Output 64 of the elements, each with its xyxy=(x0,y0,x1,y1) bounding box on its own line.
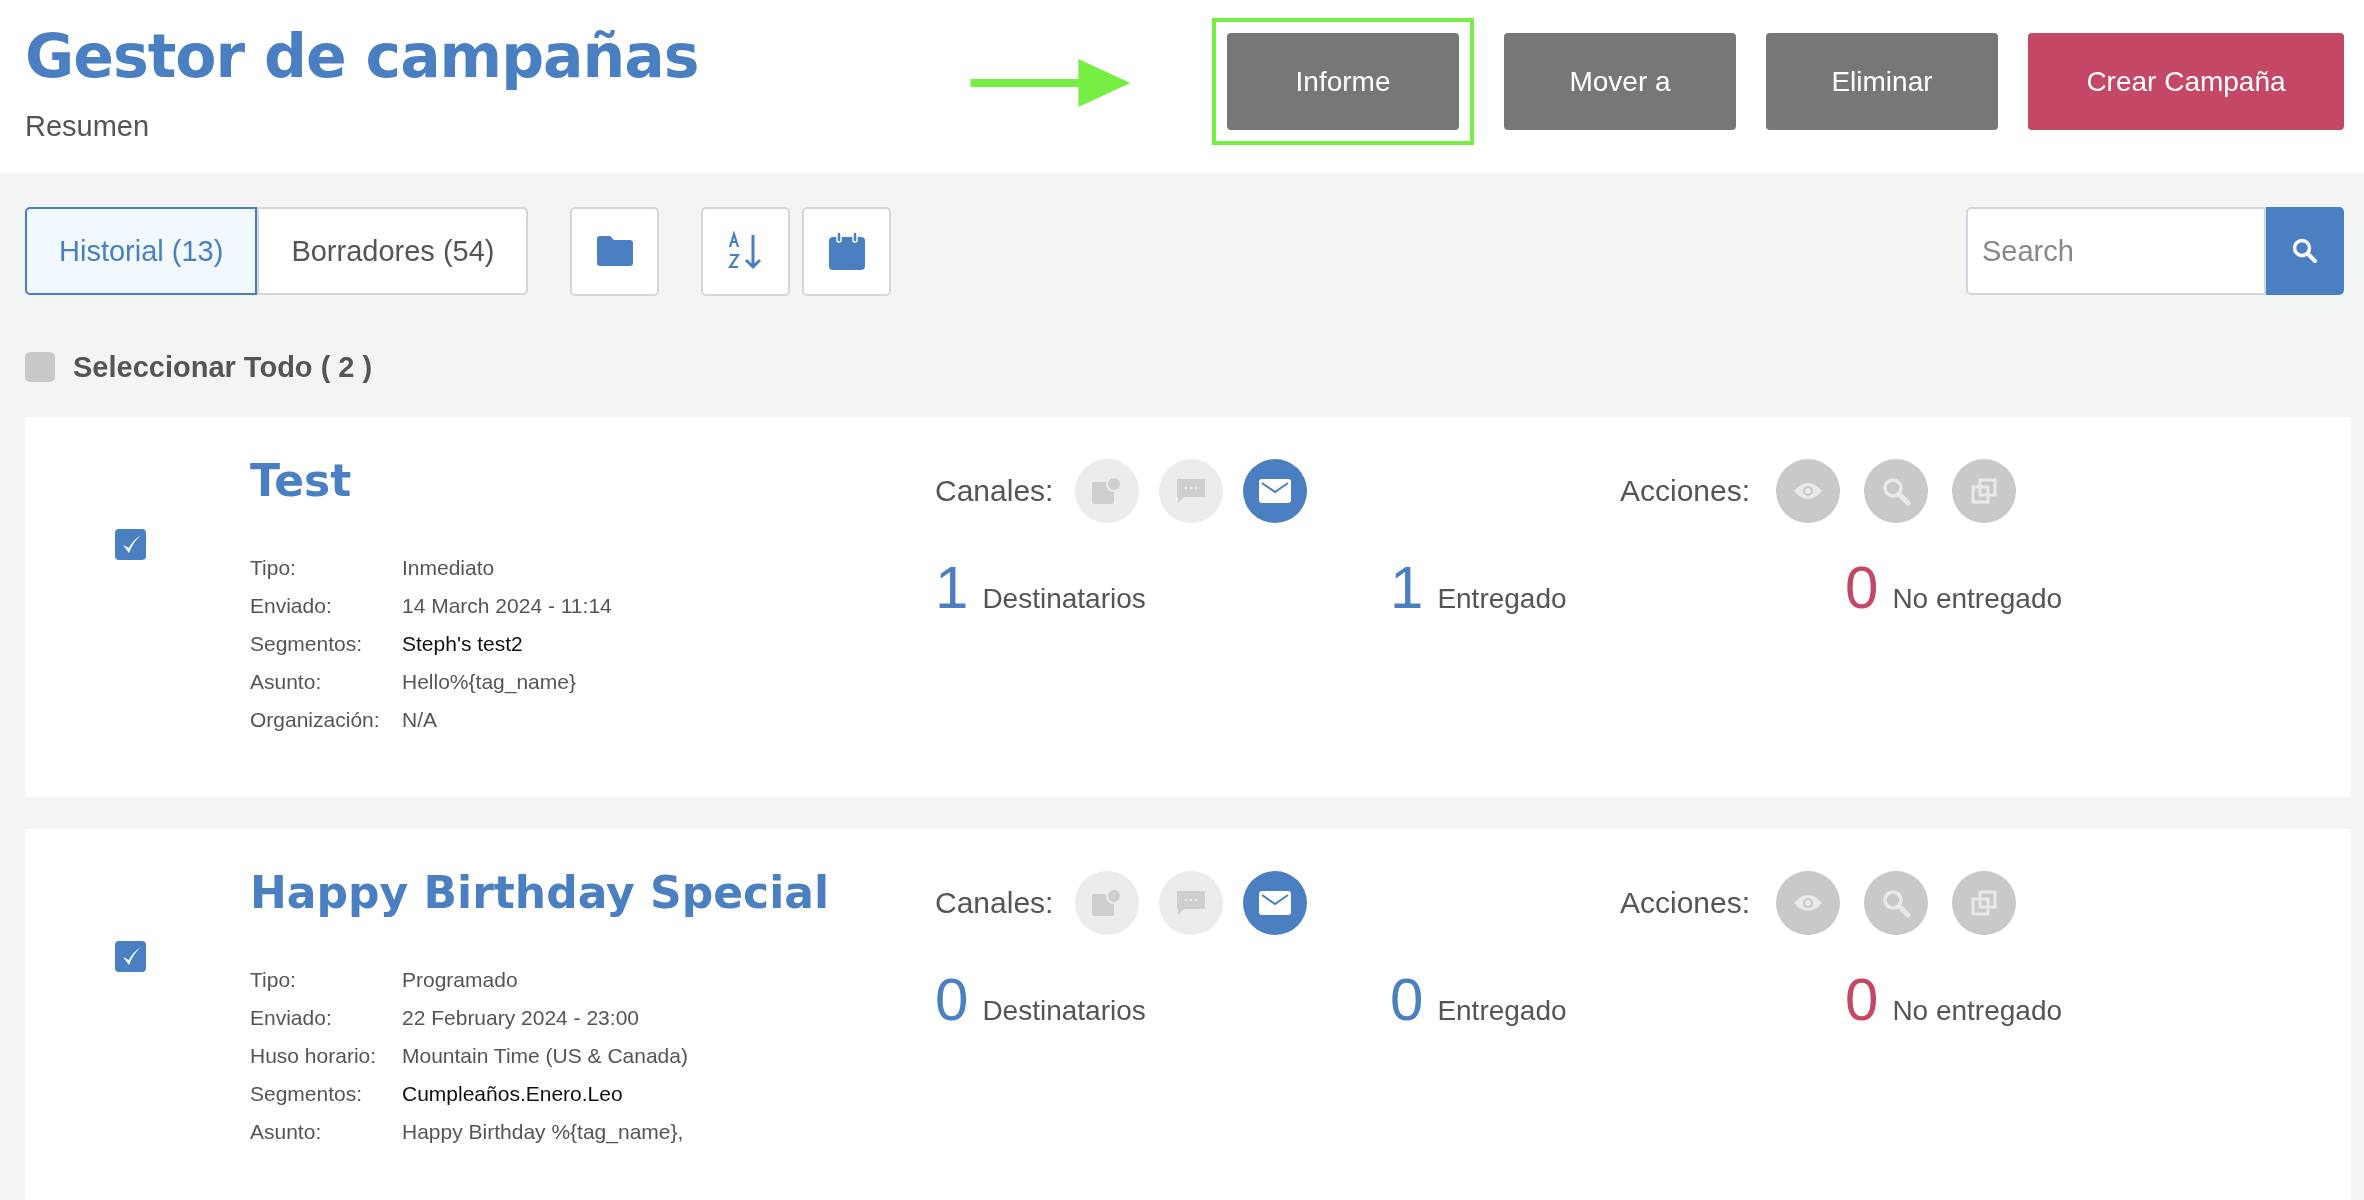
detail-label: Enviado: xyxy=(250,593,333,619)
search-field[interactable]: Search xyxy=(1966,207,2266,295)
eye-icon xyxy=(1793,481,1824,501)
detail-value: Programado xyxy=(402,967,519,993)
duplicate-icon xyxy=(1970,889,1999,917)
header-button[interactable]: Mover a xyxy=(1504,33,1736,130)
calendar-icon xyxy=(827,231,866,271)
campaign-title[interactable]: Happy Birthday Special xyxy=(250,865,829,921)
folder-icon xyxy=(594,235,635,267)
folder-button[interactable] xyxy=(570,206,660,296)
campaign-title[interactable]: Test xyxy=(250,453,352,509)
tab[interactable]: Borradores (54) xyxy=(257,207,529,295)
detail-label: Segmentos: xyxy=(250,1081,364,1107)
calendar-button[interactable] xyxy=(802,206,892,296)
header-button[interactable]: Eliminar xyxy=(1766,33,1998,130)
campaign-checkbox[interactable] xyxy=(115,941,146,972)
duplicate-icon xyxy=(1970,477,1999,505)
detail-value: 14 March 2024 - 11:14 xyxy=(402,593,612,619)
campaign-checkbox[interactable] xyxy=(115,529,146,560)
stat-label: Entregado xyxy=(1437,995,1567,1027)
search-button[interactable] xyxy=(2266,207,2344,295)
detail-label: Tipo: xyxy=(250,555,297,581)
stat-label: No entregado xyxy=(1892,995,2063,1027)
stat-number: 1 xyxy=(1390,553,1424,623)
detail-label: Asunto: xyxy=(250,1119,323,1145)
detail-value: Mountain Time (US & Canada) xyxy=(402,1043,688,1069)
actions-label: Acciones: xyxy=(1620,886,1751,920)
stat-number: 0 xyxy=(1845,965,1879,1035)
detail-label: Segmentos: xyxy=(250,631,364,657)
search-icon xyxy=(2292,238,2318,264)
detail-label: Enviado: xyxy=(250,1005,333,1031)
select-all-checkbox[interactable] xyxy=(25,352,55,382)
search-icon xyxy=(1881,888,1912,918)
select-all-label: Seleccionar Todo ( 2 ) xyxy=(73,350,373,384)
detail-label: Tipo: xyxy=(250,967,297,993)
detail-label: Organización: xyxy=(250,707,381,733)
channels-label: Canales: xyxy=(935,886,1054,920)
detail-value: Happy Birthday %{tag_name}, xyxy=(402,1119,685,1146)
channels-label: Canales: xyxy=(935,474,1054,508)
detail-label: Huso horario: xyxy=(250,1043,378,1069)
detail-value: Inmediato xyxy=(402,555,496,581)
page-title: Gestor de campañas xyxy=(25,20,700,93)
detail-value: 22 February 2024 - 23:00 xyxy=(402,1005,640,1031)
actions-label: Acciones: xyxy=(1620,474,1751,508)
stat-number: 0 xyxy=(1845,553,1879,623)
search-icon xyxy=(1881,476,1912,506)
detail-value: Cumpleaños.Enero.Leo xyxy=(402,1081,624,1107)
detail-value: N/A xyxy=(402,707,438,733)
stat-label: Destinatarios xyxy=(982,995,1146,1027)
header-button[interactable]: Informe xyxy=(1227,33,1459,130)
sort-button[interactable] xyxy=(701,206,791,296)
stat-label: Destinatarios xyxy=(982,583,1146,615)
detail-value: Hello%{tag_name} xyxy=(402,669,577,696)
stat-label: No entregado xyxy=(1892,583,2063,615)
eye-icon xyxy=(1793,893,1824,913)
header-button[interactable]: Crear Campaña xyxy=(2028,33,2344,130)
tab[interactable]: Historial (13) xyxy=(25,207,258,295)
stat-number: 0 xyxy=(935,965,969,1035)
detail-label: Asunto: xyxy=(250,669,323,695)
stat-number: 0 xyxy=(1390,965,1424,1035)
page-subtitle: Resumen xyxy=(25,110,151,143)
detail-value: Steph's test2 xyxy=(402,631,524,657)
stat-number: 1 xyxy=(935,553,969,623)
stat-label: Entregado xyxy=(1437,583,1567,615)
